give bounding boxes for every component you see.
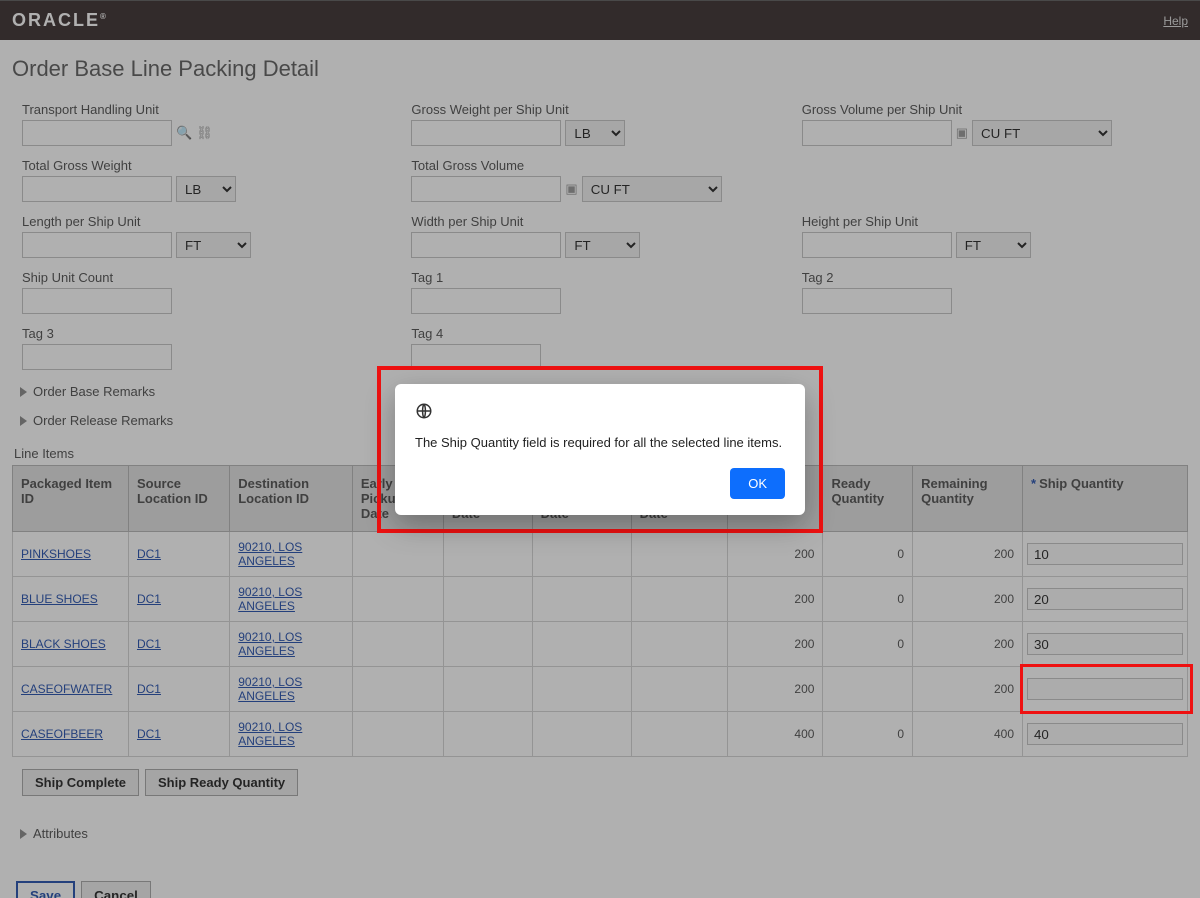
modal-overlay: The Ship Quantity field is required for … bbox=[0, 0, 1200, 898]
globe-icon bbox=[415, 402, 785, 423]
dialog-message: The Ship Quantity field is required for … bbox=[415, 435, 785, 450]
ok-button[interactable]: OK bbox=[730, 468, 785, 499]
alert-dialog: The Ship Quantity field is required for … bbox=[395, 384, 805, 515]
dialog-highlight-box: The Ship Quantity field is required for … bbox=[377, 366, 823, 533]
